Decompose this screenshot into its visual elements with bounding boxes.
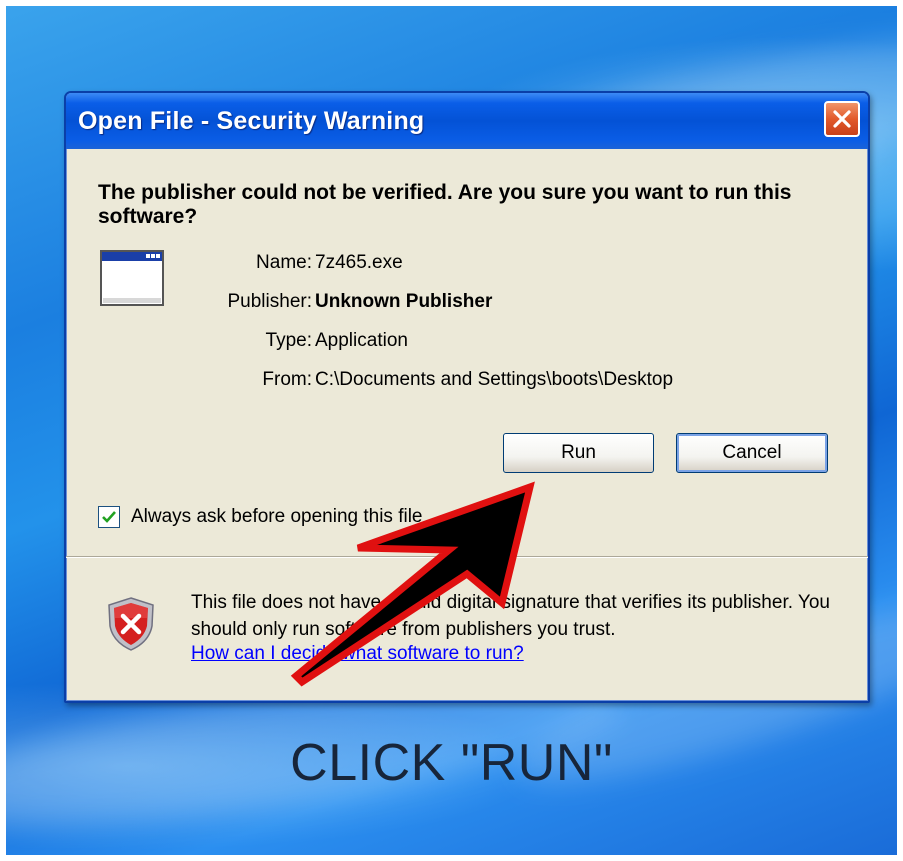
close-icon [833,110,851,128]
section-divider [66,556,868,558]
dialog-title: Open File - Security Warning [78,107,425,135]
always-ask-label[interactable]: Always ask before opening this file [131,506,423,528]
instruction-caption: CLICK "RUN" [290,734,613,792]
name-label: Name: [256,252,312,273]
close-button[interactable] [824,101,860,137]
application-window-icon [100,250,164,306]
security-shield-icon [108,597,154,651]
warning-description: This file does not have a valid digital … [191,592,830,640]
warning-heading: The publisher could not be verified. Are… [98,181,792,228]
dialog-titlebar[interactable]: Open File - Security Warning [66,93,868,149]
publisher-value: Unknown Publisher [315,291,493,312]
always-ask-checkbox[interactable] [98,506,120,528]
name-value: 7z465.exe [315,252,403,273]
from-value: C:\Documents and Settings\boots\Desktop [315,369,674,390]
run-button[interactable]: Run [503,433,654,473]
from-label: From: [262,369,312,390]
dialog-body: The publisher could not be verified. Are… [66,149,868,701]
security-warning-dialog: Open File - Security Warning The publish… [64,91,870,703]
type-label: Type: [265,330,312,351]
cancel-button[interactable]: Cancel [676,433,828,473]
checkmark-icon [102,511,116,523]
help-link[interactable]: How can I decide what software to run? [191,643,524,665]
publisher-label: Publisher: [227,291,313,312]
type-value: Application [315,330,408,351]
